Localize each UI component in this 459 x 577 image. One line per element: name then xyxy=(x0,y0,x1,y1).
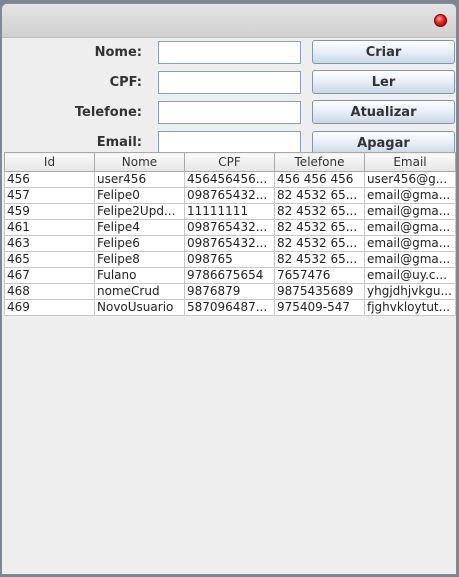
table-cell[interactable]: 82 4532 65... xyxy=(274,219,365,236)
table-row[interactable]: 469 NovoUsuario 587096487... 975409-547 fjgh… xyxy=(4,299,456,316)
table-header: Id Nome CPF Telefone Email xyxy=(4,152,456,172)
table-row[interactable]: 467 Fulano 9786675654 7657476 email@uy.c... xyxy=(4,267,456,284)
table-body: 456 user456 456456456... 456 456 456 user456… xyxy=(4,171,456,316)
table-row[interactable]: 461 Felipe4 098765432... 82 4532 65... email… xyxy=(4,219,456,236)
table-cell[interactable]: Felipe2Upd... xyxy=(94,203,185,220)
table-cell[interactable]: 467 xyxy=(4,267,95,284)
cpf-label: CPF: xyxy=(109,75,142,90)
table-cell[interactable]: Felipe8 xyxy=(94,251,185,268)
atualizar-button[interactable]: Atualizar xyxy=(312,100,455,124)
column-header[interactable]: CPF xyxy=(184,152,275,172)
table-cell[interactable]: Felipe0 xyxy=(94,187,185,204)
table-cell[interactable]: email@gma... xyxy=(364,251,456,268)
column-header[interactable]: Nome xyxy=(94,152,185,172)
table-cell[interactable]: email@gma... xyxy=(364,219,456,236)
table-cell[interactable]: 82 4532 65... xyxy=(274,203,365,220)
table-cell[interactable]: 82 4532 65... xyxy=(274,187,365,204)
table-row[interactable]: 456 user456 456456456... 456 456 456 user456… xyxy=(4,171,456,188)
table-row[interactable]: 465 Felipe8 098765 82 4532 65... email@gma..… xyxy=(4,251,456,268)
table-cell[interactable]: 098765432... xyxy=(184,219,275,236)
table-row[interactable]: 468 nomeCrud 9876879 9875435689 yhgjdhjvkgu.… xyxy=(4,283,456,300)
table-cell[interactable]: NovoUsuario xyxy=(94,299,185,316)
criar-button[interactable]: Criar xyxy=(312,40,455,64)
table-cell[interactable]: 975409-547 xyxy=(274,299,365,316)
title-bar[interactable] xyxy=(2,4,456,38)
users-table[interactable]: Id Nome CPF Telefone Email 456 user456 4564564… xyxy=(4,152,456,316)
table-cell[interactable]: user456@g... xyxy=(364,171,456,188)
app-window: Nome: Criar CPF: Ler Telefone: Atualizar… xyxy=(1,3,457,575)
table-cell[interactable]: nomeCrud xyxy=(94,283,185,300)
table-cell[interactable]: 457 xyxy=(4,187,95,204)
table-cell[interactable]: 456 xyxy=(4,171,95,188)
nome-label: Nome: xyxy=(94,45,142,60)
table-cell[interactable]: email@gma... xyxy=(364,187,456,204)
table-cell[interactable]: 7657476 xyxy=(274,267,365,284)
table-cell[interactable]: email@gma... xyxy=(364,235,456,252)
table-cell[interactable]: Fulano xyxy=(94,267,185,284)
table-cell[interactable]: 461 xyxy=(4,219,95,236)
header-row: Id Nome CPF Telefone Email xyxy=(4,152,456,172)
close-icon[interactable] xyxy=(434,14,447,27)
table-cell[interactable]: 459 xyxy=(4,203,95,220)
table-cell[interactable]: Felipe4 xyxy=(94,219,185,236)
email-label: Email: xyxy=(96,135,142,150)
table-cell[interactable]: yhgjdhjvkgu... xyxy=(364,283,456,300)
table-cell[interactable]: email@gma... xyxy=(364,203,456,220)
table-cell[interactable]: 456 456 456 xyxy=(274,171,365,188)
table-cell[interactable]: 9876879 xyxy=(184,283,275,300)
table-cell[interactable]: 82 4532 65... xyxy=(274,251,365,268)
table-cell[interactable]: 469 xyxy=(4,299,95,316)
telefone-field[interactable] xyxy=(158,101,301,124)
table-cell[interactable]: 587096487... xyxy=(184,299,275,316)
table-cell[interactable]: 468 xyxy=(4,283,95,300)
table-cell[interactable]: 82 4532 65... xyxy=(274,235,365,252)
table-cell[interactable]: fjghvkloytut... xyxy=(364,299,456,316)
table-cell[interactable]: 11111111 xyxy=(184,203,275,220)
column-header[interactable]: Telefone xyxy=(274,152,365,172)
telefone-label: Telefone: xyxy=(74,105,142,120)
table-cell[interactable]: 098765432... xyxy=(184,187,275,204)
nome-field[interactable] xyxy=(158,41,301,64)
cpf-field[interactable] xyxy=(158,71,301,94)
table-cell[interactable]: 9786675654 xyxy=(184,267,275,284)
column-header[interactable]: Email xyxy=(364,152,456,172)
table-cell[interactable]: Felipe6 xyxy=(94,235,185,252)
email-field[interactable] xyxy=(158,131,301,154)
table-cell[interactable]: email@uy.c... xyxy=(364,267,456,284)
table-cell[interactable]: user456 xyxy=(94,171,185,188)
table-cell[interactable]: 098765432... xyxy=(184,235,275,252)
table-cell[interactable]: 463 xyxy=(4,235,95,252)
table-cell[interactable]: 456456456... xyxy=(184,171,275,188)
table-row[interactable]: 459 Felipe2Upd... 11111111 82 4532 65... ema… xyxy=(4,203,456,220)
table-cell[interactable]: 465 xyxy=(4,251,95,268)
table-cell[interactable]: 9875435689 xyxy=(274,283,365,300)
table-row[interactable]: 457 Felipe0 098765432... 82 4532 65... email… xyxy=(4,187,456,204)
ler-button[interactable]: Ler xyxy=(312,70,455,94)
table-row[interactable]: 463 Felipe6 098765432... 82 4532 65... email… xyxy=(4,235,456,252)
column-header[interactable]: Id xyxy=(4,152,95,172)
crud-form: Nome: Criar CPF: Ler Telefone: Atualizar… xyxy=(2,37,456,155)
table-cell[interactable]: 098765 xyxy=(184,251,275,268)
